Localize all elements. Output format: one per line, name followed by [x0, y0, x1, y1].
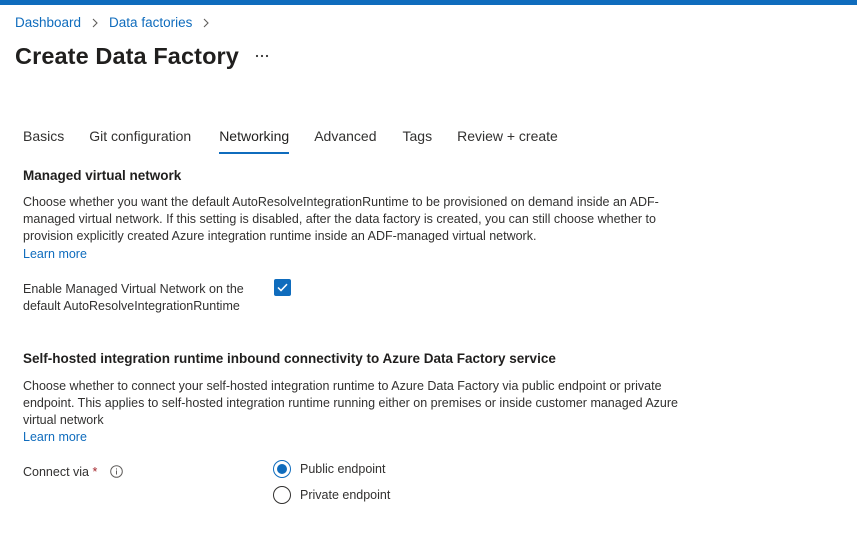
breadcrumb: Dashboard Data factories: [15, 15, 220, 30]
radio-unselected-indicator: [273, 486, 291, 504]
private-endpoint-label: Private endpoint: [300, 488, 391, 502]
enable-managed-vnet-checkbox[interactable]: [274, 279, 291, 296]
top-accent-bar: [0, 0, 857, 5]
tab-bar: Basics Git configuration Networking Adva…: [23, 128, 558, 154]
connect-via-label: Connect via *: [23, 464, 123, 481]
public-endpoint-label: Public endpoint: [300, 462, 386, 476]
tab-git-configuration[interactable]: Git configuration: [89, 128, 191, 154]
checkmark-icon: [277, 283, 288, 292]
self-hosted-learn-more-link[interactable]: Learn more: [23, 430, 87, 444]
page-title: Create Data Factory: [15, 43, 239, 69]
public-endpoint-radio[interactable]: Public endpoint: [273, 460, 385, 478]
tab-review-create[interactable]: Review + create: [457, 128, 558, 154]
ellipsis-icon: [255, 54, 269, 58]
self-hosted-heading: Self-hosted integration runtime inbound …: [23, 351, 556, 366]
enable-managed-vnet-label: Enable Managed Virtual Network on the de…: [23, 282, 244, 313]
managed-vnet-description: Choose whether you want the default Auto…: [23, 195, 659, 243]
managed-vnet-learn-more-link[interactable]: Learn more: [23, 247, 87, 261]
required-asterisk: *: [92, 465, 98, 479]
chevron-right-icon: [200, 16, 212, 30]
chevron-right-icon: [89, 16, 101, 30]
tab-advanced[interactable]: Advanced: [314, 128, 376, 154]
info-icon[interactable]: [110, 465, 123, 478]
breadcrumb-data-factories[interactable]: Data factories: [109, 15, 192, 30]
breadcrumb-dashboard[interactable]: Dashboard: [15, 15, 81, 30]
private-endpoint-radio[interactable]: Private endpoint: [273, 486, 390, 504]
active-tab-indicator: [219, 152, 290, 154]
tab-tags[interactable]: Tags: [403, 128, 433, 154]
tab-basics[interactable]: Basics: [23, 128, 64, 154]
radio-selected-indicator: [273, 460, 291, 478]
managed-vnet-heading: Managed virtual network: [23, 168, 182, 183]
self-hosted-description: Choose whether to connect your self-host…: [23, 379, 678, 427]
tab-networking[interactable]: Networking: [219, 128, 290, 154]
more-options-button[interactable]: [252, 46, 272, 66]
